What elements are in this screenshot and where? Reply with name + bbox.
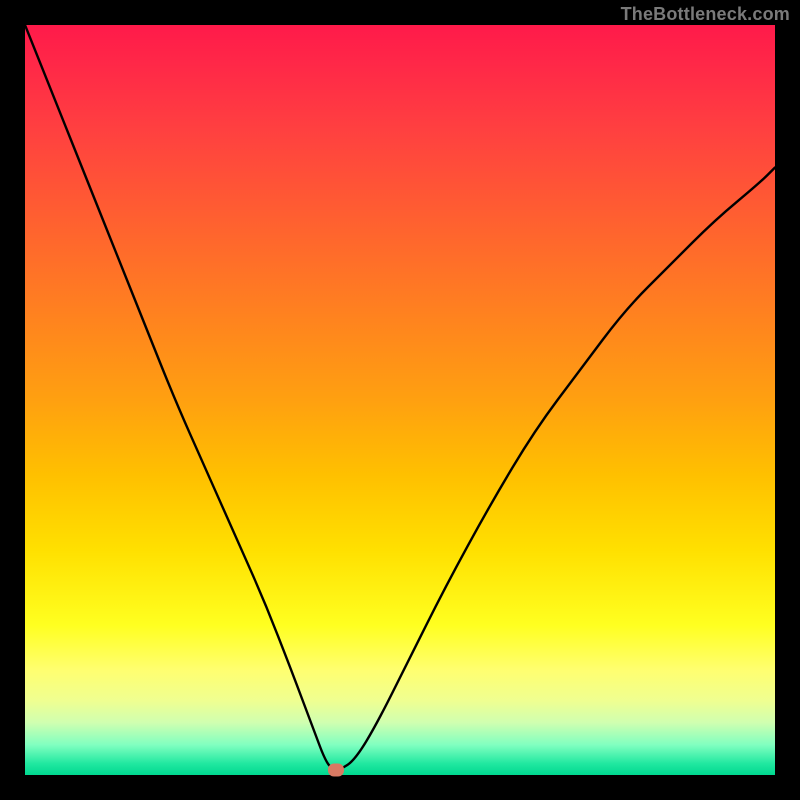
optimal-marker — [328, 763, 344, 776]
plot-area — [25, 25, 775, 775]
watermark-text: TheBottleneck.com — [621, 4, 790, 25]
curve-path — [25, 25, 775, 770]
bottleneck-curve — [25, 25, 775, 775]
chart-frame: TheBottleneck.com — [0, 0, 800, 800]
